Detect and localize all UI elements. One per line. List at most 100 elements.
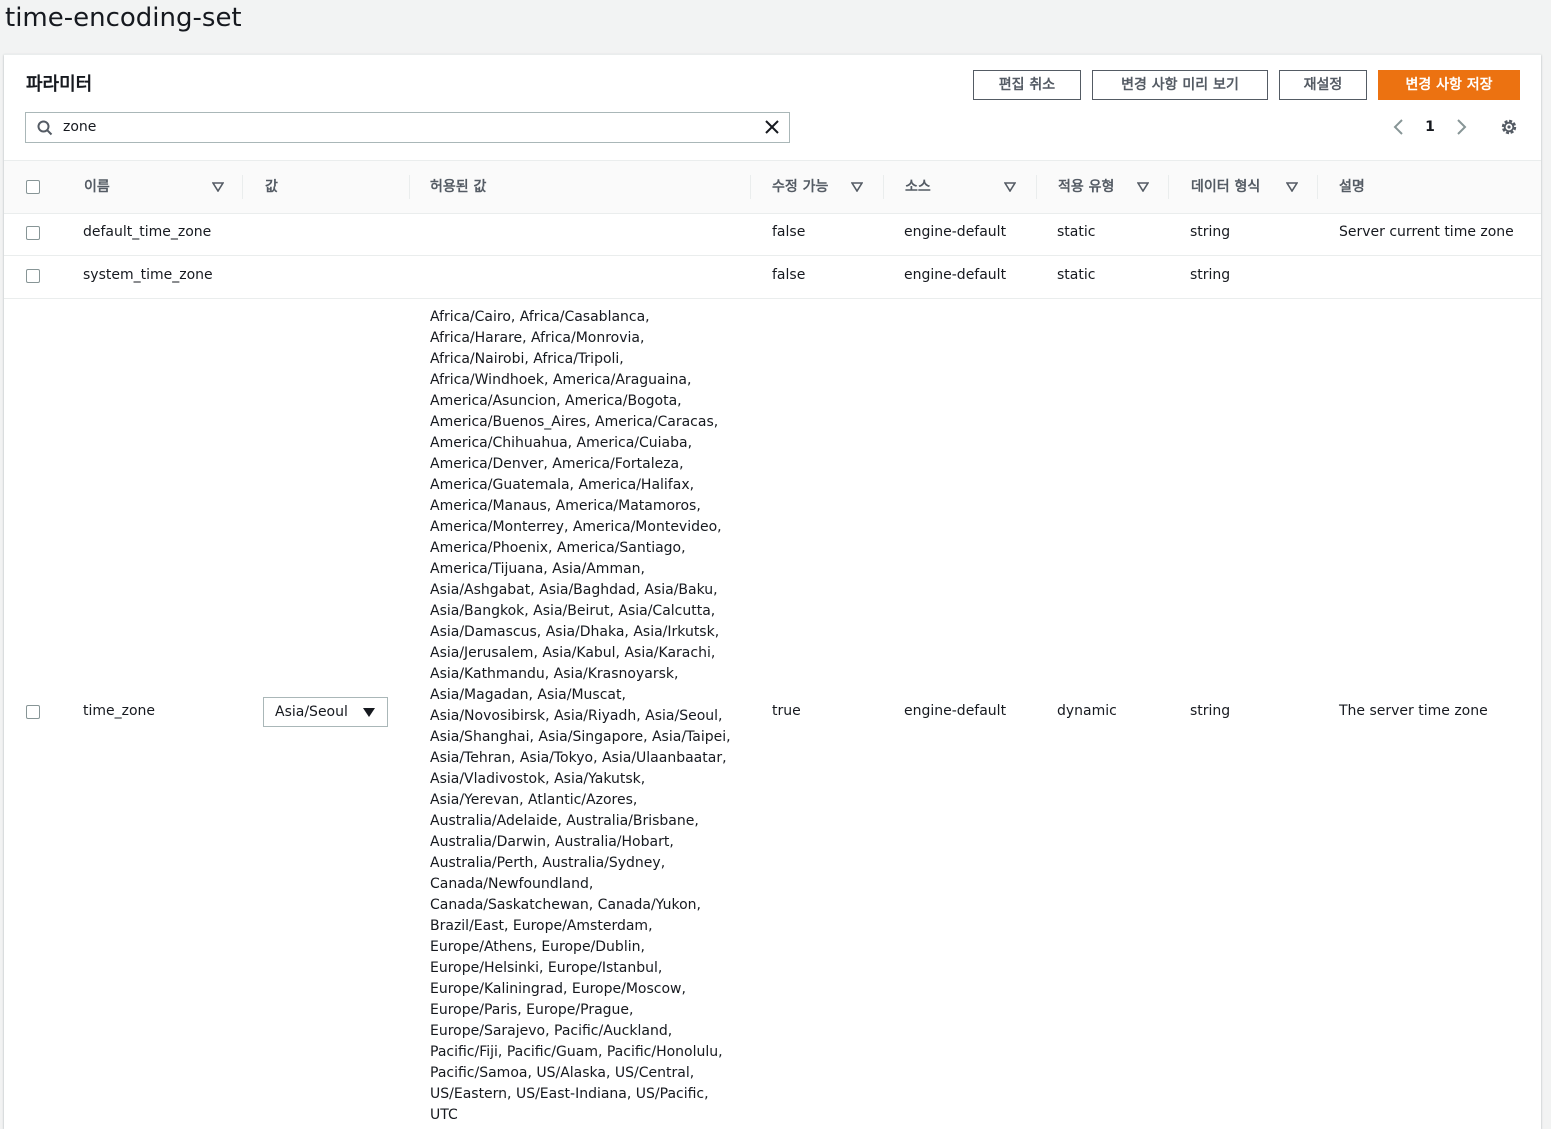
search-value[interactable]: zone xyxy=(63,113,96,142)
sort-down-icon[interactable] xyxy=(212,182,224,192)
cell-description: The server time zone xyxy=(1339,703,1488,719)
allowed-value-line: America/Manaus, America/Matamoros, xyxy=(430,498,701,514)
table-row: default_time_zone false engine-default s… xyxy=(4,213,1541,256)
table-header: 이름 값 허용된 값 수정 가능 소스 적용 유형 데이터 형식 설명 xyxy=(4,160,1541,214)
allowed-value-line: America/Asuncion, America/Bogota, xyxy=(430,393,682,409)
column-divider[interactable] xyxy=(1317,175,1318,199)
row-checkbox[interactable] xyxy=(26,226,40,240)
column-header-description[interactable]: 설명 xyxy=(1339,161,1489,213)
allowed-value-line: Australia/Perth, Australia/Sydney, xyxy=(430,855,666,871)
allowed-value-line: Australia/Adelaide, Australia/Brisbane, xyxy=(430,813,699,829)
allowed-value-line: Australia/Darwin, Australia/Hobart, xyxy=(430,834,674,850)
column-header-value[interactable]: 값 xyxy=(265,161,395,213)
sort-down-icon[interactable] xyxy=(1286,182,1298,192)
column-header-apply-type[interactable]: 적용 유형 xyxy=(1058,161,1158,213)
preview-changes-button[interactable]: 변경 사항 미리 보기 xyxy=(1092,70,1268,100)
column-divider[interactable] xyxy=(883,175,884,199)
allowed-value-line: Canada/Newfoundland, xyxy=(430,876,594,892)
sort-down-icon[interactable] xyxy=(851,182,863,192)
cell-description: Server current time zone xyxy=(1339,224,1514,240)
column-header-modifiable[interactable]: 수정 가능 xyxy=(772,161,872,213)
cell-apply-type: static xyxy=(1057,224,1096,240)
chevron-right-icon[interactable] xyxy=(1452,117,1470,137)
column-header-label: 적용 유형 xyxy=(1058,179,1115,195)
time-zone-select[interactable]: Asia/Seoul xyxy=(263,697,388,727)
panel-title: 파라미터 xyxy=(26,74,93,95)
column-header-source[interactable]: 소스 xyxy=(905,161,1020,213)
search-input[interactable]: zone xyxy=(25,112,790,143)
allowed-value-line: America/Denver, America/Fortaleza, xyxy=(430,456,684,472)
cell-name: default_time_zone xyxy=(83,224,212,240)
row-checkbox[interactable] xyxy=(26,705,40,719)
sort-down-icon[interactable] xyxy=(1004,182,1016,192)
allowed-value-line: Europe/Paris, Europe/Prague, xyxy=(430,1002,634,1018)
column-header-label: 허용된 값 xyxy=(430,179,487,195)
row-checkbox[interactable] xyxy=(26,269,40,283)
allowed-value-line: Asia/Yerevan, Atlantic/Azores, xyxy=(430,792,638,808)
allowed-value-line: Pacific/Fiji, Pacific/Guam, Pacific/Hono… xyxy=(430,1044,723,1060)
allowed-value-line: Asia/Vladivostok, Asia/Yakutsk, xyxy=(430,771,646,787)
allowed-value-line: America/Guatemala, America/Halifax, xyxy=(430,477,695,493)
parameters-panel: 파라미터 편집 취소 변경 사항 미리 보기 재설정 변경 사항 저장 zone… xyxy=(4,54,1541,1129)
cell-source: engine-default xyxy=(904,224,1007,240)
column-header-label: 값 xyxy=(265,179,278,195)
gear-icon[interactable] xyxy=(1499,117,1519,137)
chevron-left-icon[interactable] xyxy=(1390,117,1408,137)
column-header-name[interactable]: 이름 xyxy=(84,161,229,213)
cell-source: engine-default xyxy=(904,267,1007,283)
sort-down-icon[interactable] xyxy=(1137,182,1149,192)
column-header-allowed-values[interactable]: 허용된 값 xyxy=(430,161,730,213)
allowed-value-line: America/Phoenix, America/Santiago, xyxy=(430,540,686,556)
cell-modifiable: true xyxy=(772,703,801,719)
allowed-value-line: Africa/Nairobi, Africa/Tripoli, xyxy=(430,351,624,367)
allowed-value-line: Asia/Novosibirsk, Asia/Riyadh, Asia/Seou… xyxy=(430,708,723,724)
allowed-value-line: America/Tijuana, Asia/Amman, xyxy=(430,561,645,577)
close-icon[interactable] xyxy=(763,118,781,136)
page-title: time-encoding-set xyxy=(5,3,242,33)
cell-modifiable: false xyxy=(772,224,806,240)
allowed-value-line: Pacific/Samoa, US/Alaska, US/Central, xyxy=(430,1065,695,1081)
column-divider[interactable] xyxy=(750,175,751,199)
cell-name: time_zone xyxy=(83,703,156,719)
column-divider[interactable] xyxy=(409,175,410,199)
select-all-checkbox[interactable] xyxy=(26,180,40,194)
allowed-value-line: Asia/Magadan, Asia/Muscat, xyxy=(430,687,626,703)
cell-data-type: string xyxy=(1190,267,1231,283)
column-header-label: 이름 xyxy=(84,179,110,195)
table-row: time_zone Asia/Seoul Africa/Cairo, Afric… xyxy=(4,299,1541,1129)
allowed-value-line: US/Eastern, US/East-Indiana, US/Pacific, xyxy=(430,1086,709,1102)
cell-modifiable: false xyxy=(772,267,806,283)
allowed-value-line: Asia/Tehran, Asia/Tokyo, Asia/Ulaanbaata… xyxy=(430,750,727,766)
allowed-value-line: Europe/Athens, Europe/Dublin, xyxy=(430,939,645,955)
allowed-value-line: Asia/Shanghai, Asia/Singapore, Asia/Taip… xyxy=(430,729,731,745)
table-row: system_time_zone false engine-default st… xyxy=(4,256,1541,299)
cell-source: engine-default xyxy=(904,703,1007,719)
column-divider[interactable] xyxy=(242,175,243,199)
cell-data-type: string xyxy=(1190,224,1231,240)
allowed-value-line: Asia/Kathmandu, Asia/Krasnoyarsk, xyxy=(430,666,679,682)
column-header-label: 설명 xyxy=(1339,179,1365,195)
allowed-value-line: America/Buenos_Aires, America/Caracas, xyxy=(430,414,719,430)
allowed-value-line: Europe/Sarajevo, Pacific/Auckland, xyxy=(430,1023,673,1039)
cancel-edit-button[interactable]: 편집 취소 xyxy=(973,70,1081,100)
cell-data-type: string xyxy=(1190,703,1231,719)
cell-apply-type: static xyxy=(1057,267,1096,283)
allowed-value-line: Asia/Jerusalem, Asia/Kabul, Asia/Karachi… xyxy=(430,645,716,661)
allowed-value-line: Asia/Damascus, Asia/Dhaka, Asia/Irkutsk, xyxy=(430,624,720,640)
cell-allowed-values: Africa/Cairo, Africa/Casablanca, Africa/H… xyxy=(430,307,731,1126)
allowed-value-line: Europe/Helsinki, Europe/Istanbul, xyxy=(430,960,663,976)
column-header-label: 소스 xyxy=(905,179,931,195)
allowed-value-line: Africa/Cairo, Africa/Casablanca, xyxy=(430,309,650,325)
allowed-value-line: Asia/Ashgabat, Asia/Baghdad, Asia/Baku, xyxy=(430,582,718,598)
save-changes-button[interactable]: 변경 사항 저장 xyxy=(1378,70,1520,100)
reset-button[interactable]: 재설정 xyxy=(1279,70,1367,100)
allowed-value-line: America/Chihuahua, America/Cuiaba, xyxy=(430,435,693,451)
pagination-current-page[interactable]: 1 xyxy=(1422,117,1438,137)
allowed-value-line: Europe/Kaliningrad, Europe/Moscow, xyxy=(430,981,686,997)
allowed-value-line: Asia/Bangkok, Asia/Beirut, Asia/Calcutta… xyxy=(430,603,716,619)
allowed-value-line: UTC xyxy=(430,1107,458,1123)
column-divider[interactable] xyxy=(1036,175,1037,199)
column-header-data-type[interactable]: 데이터 형식 xyxy=(1191,161,1306,213)
column-divider[interactable] xyxy=(1168,175,1169,199)
cell-name: system_time_zone xyxy=(83,267,213,283)
